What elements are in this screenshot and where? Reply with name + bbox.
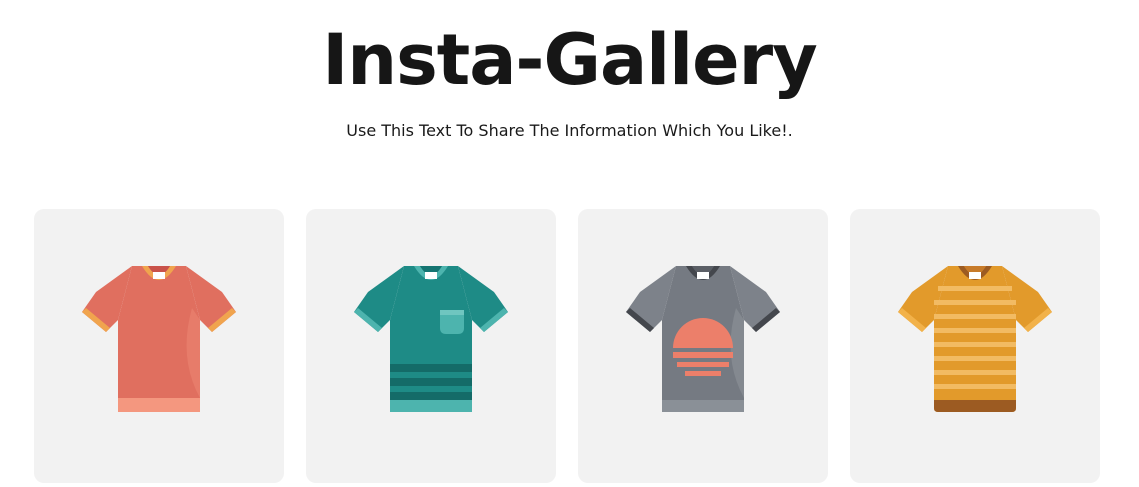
- gallery-card[interactable]: [306, 209, 556, 483]
- page-subtitle: Use This Text To Share The Information W…: [346, 121, 793, 140]
- yellow-striped-tshirt-icon: [898, 266, 1052, 412]
- gallery-card[interactable]: [850, 209, 1100, 483]
- gallery-card[interactable]: [34, 209, 284, 483]
- gallery-grid: [34, 209, 1101, 483]
- gallery-card[interactable]: [578, 209, 828, 483]
- red-tshirt-icon: [82, 266, 236, 412]
- gray-graphic-tshirt-icon: [626, 266, 780, 412]
- teal-pocket-tshirt-icon: [354, 266, 508, 412]
- page-title: Insta-Gallery: [322, 19, 818, 101]
